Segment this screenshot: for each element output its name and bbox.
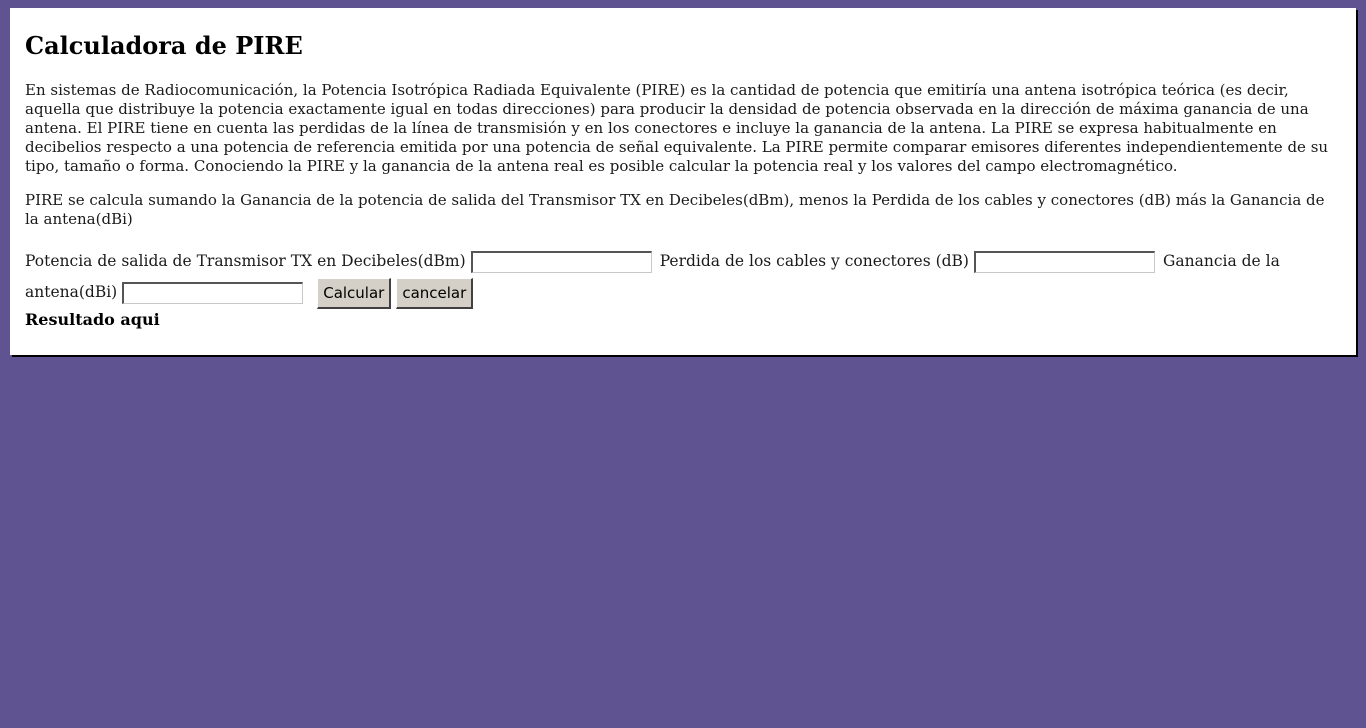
calculator-panel: Calculadora de PIRE En sistemas de Radio… xyxy=(10,8,1356,355)
page-title: Calculadora de PIRE xyxy=(25,31,303,60)
tx-power-input[interactable] xyxy=(470,251,652,273)
cable-loss-label: Perdida de los cables y conectores (dB) xyxy=(659,252,969,270)
pire-form: Potencia de salida de Transmisor TX en D… xyxy=(25,246,1340,309)
result-text: Resultado aqui xyxy=(25,309,160,329)
antenna-gain-input[interactable] xyxy=(122,282,304,304)
tx-power-label: Potencia de salida de Transmisor TX en D… xyxy=(25,252,466,270)
formula-paragraph: PIRE se calcula sumando la Ganancia de l… xyxy=(25,191,1325,228)
intro-paragraph: En sistemas de Radiocomunicación, la Pot… xyxy=(25,81,1329,175)
cancel-button[interactable]: cancelar xyxy=(396,277,474,309)
calculate-button[interactable]: Calcular xyxy=(317,277,392,309)
cable-loss-input[interactable] xyxy=(973,251,1155,273)
